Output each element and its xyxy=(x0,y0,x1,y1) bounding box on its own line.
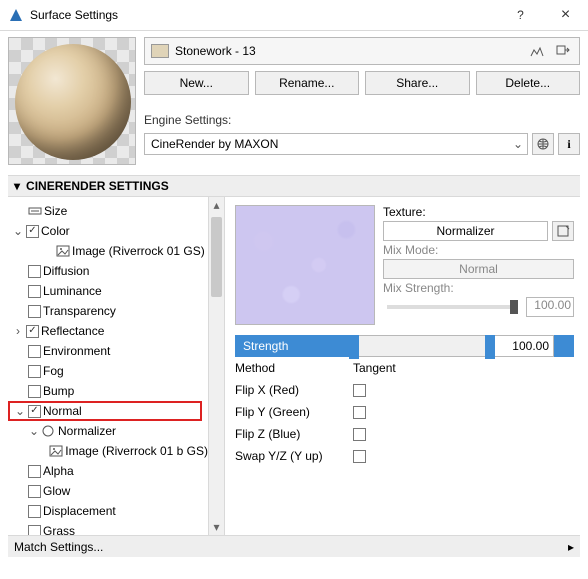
tree-item-fog[interactable]: Fog xyxy=(8,361,208,381)
tree-item-normal[interactable]: ⌄Normal xyxy=(8,401,202,421)
flipz-label: Flip Z (Blue) xyxy=(235,427,353,441)
strength-value[interactable]: 100.00 xyxy=(494,335,554,357)
chevron-down-icon: ⌄ xyxy=(513,137,523,151)
preview-mode-icon[interactable] xyxy=(527,42,547,60)
app-logo-icon xyxy=(8,7,24,23)
engine-globe-button[interactable] xyxy=(532,133,554,155)
mixstrength-slider xyxy=(387,305,518,309)
texture-browse-button[interactable] xyxy=(552,221,574,241)
checkbox-transparency[interactable] xyxy=(28,305,41,318)
size-icon xyxy=(28,205,42,217)
tree-item-normal-image[interactable]: Image (Riverrock 01 b GS) xyxy=(8,441,208,461)
expand-icon: › xyxy=(12,324,24,338)
cinerender-section-header[interactable]: ▾ CINERENDER SETTINGS xyxy=(8,175,580,197)
checkbox-fog[interactable] xyxy=(28,365,41,378)
tree-item-color-image[interactable]: Image (Riverrock 01 GS) xyxy=(8,241,208,261)
checkbox-luminance[interactable] xyxy=(28,285,41,298)
strength-label: Strength xyxy=(235,335,350,357)
texture-field[interactable]: Normalizer xyxy=(383,221,548,241)
material-name: Stonework - 13 xyxy=(175,44,256,58)
delete-button[interactable]: Delete... xyxy=(476,71,581,95)
expand-icon: ⌄ xyxy=(14,404,26,418)
checkbox-swap[interactable] xyxy=(353,450,366,463)
texture-label: Texture: xyxy=(383,205,574,219)
scroll-thumb[interactable] xyxy=(211,217,222,297)
strength-slider[interactable] xyxy=(350,335,494,357)
tree-item-reflectance[interactable]: ›Reflectance xyxy=(8,321,208,341)
options-arrow-icon[interactable] xyxy=(553,42,573,60)
tree-item-color[interactable]: ⌄Color xyxy=(8,221,208,241)
swap-label: Swap Y/Z (Y up) xyxy=(235,449,353,463)
checkbox-environment[interactable] xyxy=(28,345,41,358)
checkbox-glow[interactable] xyxy=(28,485,41,498)
tree-scrollbar[interactable]: ▴ ▾ xyxy=(208,197,224,535)
tree-item-environment[interactable]: Environment xyxy=(8,341,208,361)
chevron-right-icon: ▸ xyxy=(568,540,574,554)
flipy-label: Flip Y (Green) xyxy=(235,405,353,419)
tree-item-grass[interactable]: Grass xyxy=(8,521,208,535)
expand-icon: ⌄ xyxy=(12,224,24,238)
expand-icon: ⌄ xyxy=(28,424,40,438)
mixstrength-label: Mix Strength: xyxy=(383,281,574,295)
engine-select[interactable]: CineRender by MAXON ⌄ xyxy=(144,133,528,155)
tree-item-alpha[interactable]: Alpha xyxy=(8,461,208,481)
method-value: Tangent xyxy=(353,361,396,375)
tree-item-normalizer[interactable]: ⌄Normalizer xyxy=(8,421,208,441)
tree-item-transparency[interactable]: Transparency xyxy=(8,301,208,321)
mixmode-field: Normal xyxy=(383,259,574,279)
mixstrength-value: 100.00 xyxy=(526,297,574,317)
material-swatch-icon xyxy=(151,44,169,58)
tree-item-displacement[interactable]: Displacement xyxy=(8,501,208,521)
checkbox-normal[interactable] xyxy=(28,405,41,418)
shader-icon xyxy=(42,425,56,437)
channel-tree[interactable]: Size ⌄Color Image (Riverrock 01 GS) Diff… xyxy=(8,197,208,535)
scroll-down-icon[interactable]: ▾ xyxy=(209,519,224,535)
checkbox-flipx[interactable] xyxy=(353,384,366,397)
image-icon xyxy=(56,245,70,257)
mixmode-label: Mix Mode: xyxy=(383,243,574,257)
strength-end[interactable] xyxy=(554,335,574,357)
checkbox-diffusion[interactable] xyxy=(28,265,41,278)
checkbox-alpha[interactable] xyxy=(28,465,41,478)
texture-preview xyxy=(235,205,375,325)
checkbox-reflectance[interactable] xyxy=(26,325,39,338)
tree-item-bump[interactable]: Bump xyxy=(8,381,208,401)
close-button[interactable]: × xyxy=(543,0,588,30)
checkbox-bump[interactable] xyxy=(28,385,41,398)
help-button[interactable]: ? xyxy=(498,0,543,30)
flipx-label: Flip X (Red) xyxy=(235,383,353,397)
image-icon xyxy=(49,445,63,457)
collapse-icon: ▾ xyxy=(14,179,20,193)
method-row[interactable]: MethodTangent xyxy=(235,357,574,379)
checkbox-flipz[interactable] xyxy=(353,428,366,441)
scroll-up-icon[interactable]: ▴ xyxy=(209,197,224,213)
material-preview xyxy=(8,37,136,165)
match-settings-button[interactable]: Match Settings... ▸ xyxy=(8,535,580,557)
checkbox-grass[interactable] xyxy=(28,525,41,536)
checkbox-displacement[interactable] xyxy=(28,505,41,518)
engine-label: Engine Settings: xyxy=(144,113,580,127)
tree-item-glow[interactable]: Glow xyxy=(8,481,208,501)
rename-button[interactable]: Rename... xyxy=(255,71,360,95)
checkbox-flipy[interactable] xyxy=(353,406,366,419)
checkbox-color[interactable] xyxy=(26,225,39,238)
tree-item-diffusion[interactable]: Diffusion xyxy=(8,261,208,281)
tree-item-size[interactable]: Size xyxy=(8,201,208,221)
new-button[interactable]: New... xyxy=(144,71,249,95)
tree-item-luminance[interactable]: Luminance xyxy=(8,281,208,301)
window-title: Surface Settings xyxy=(30,8,498,22)
engine-info-button[interactable]: i xyxy=(558,133,580,155)
share-button[interactable]: Share... xyxy=(365,71,470,95)
